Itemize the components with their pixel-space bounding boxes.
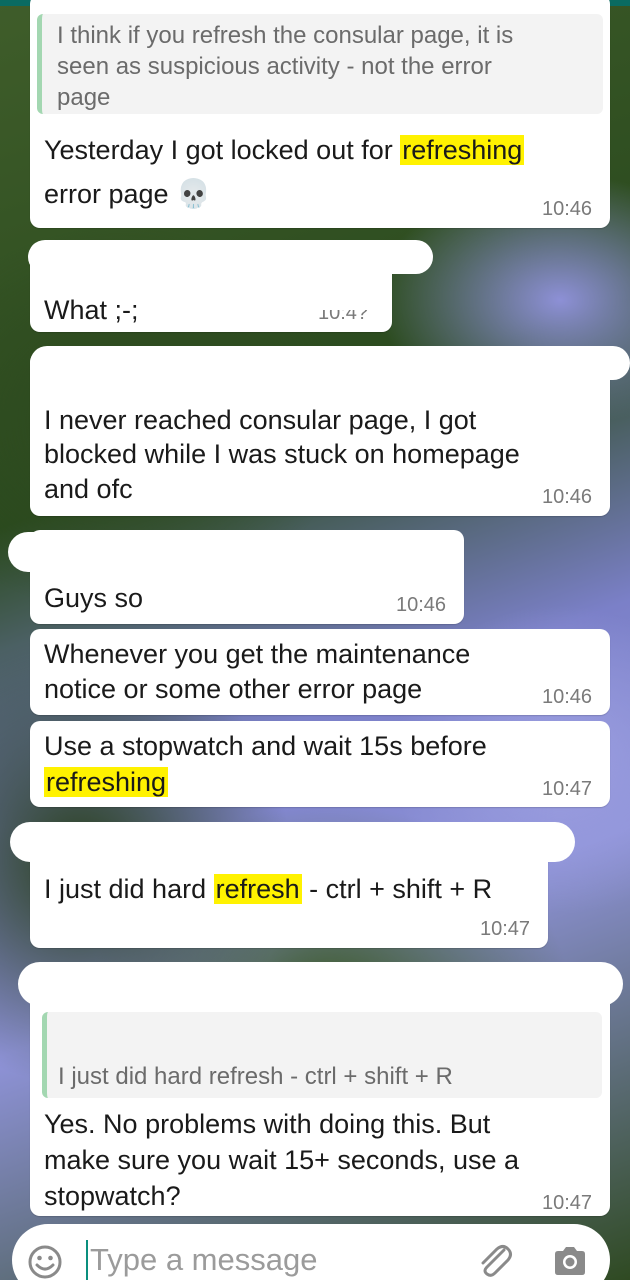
search-highlight: refreshing [44,767,169,797]
message-time: 10:47 [480,918,531,940]
message-text-part: Yesterday I got locked out for [44,135,401,165]
paperclip-icon[interactable] [474,1242,514,1280]
quote-line: seen as suspicious activity - not the er… [57,53,492,80]
message-time: 10:46 [542,198,593,220]
camera-icon[interactable] [551,1244,589,1278]
message-text: make sure you wait 15+ seconds, use a [44,1145,520,1175]
text-caret [86,1240,88,1280]
redaction-mark [8,532,338,572]
message-text: Yes. No problems with doing this. But [44,1109,491,1139]
message-input[interactable]: Type a message [90,1242,317,1278]
message-text: refreshing [44,764,169,800]
quoted-message[interactable]: I just did hard refresh - ctrl + shift +… [42,1012,602,1098]
message-text: notice or some other error page [44,674,423,704]
redaction-mark [28,240,433,274]
smiley-icon[interactable] [27,1244,63,1280]
message-text: Whenever you get the maintenance [44,639,471,669]
message-text: and ofc [44,474,133,504]
message-text: error page 💀 [44,176,211,212]
message-text: blocked while I was stuck on homepage [44,439,520,469]
message-text: I never reached consular page, I got [44,405,477,435]
message-time: 10:46 [542,686,593,708]
search-highlight: refreshing [400,135,525,165]
message-text-part: error page [44,179,169,209]
chat-area[interactable]: I think if you refresh the consular page… [0,0,630,1222]
redaction-mark [18,962,623,1006]
message-text-part: I just did hard [44,874,214,904]
search-highlight: refresh [213,874,302,904]
message-text: stopwatch? [44,1181,181,1211]
message-text-part: - ctrl + shift + R [301,874,493,904]
message-time: 10:47 [542,778,593,800]
message-text: I just did hard refresh - ctrl + shift +… [44,871,492,907]
skull-emoji: 💀 [176,177,211,210]
redaction-mark [10,822,575,862]
message-text: Use a stopwatch and wait 15s before [44,731,487,761]
message-time: 10:46 [542,486,593,508]
message-time: 10:47 [542,1192,593,1214]
quote-line: page [57,84,111,111]
message-text: Yesterday I got locked out for refreshin… [44,132,525,168]
quoted-message[interactable]: I think if you refresh the consular page… [37,14,603,114]
message-text: What ;-; [44,295,139,325]
quote-line: I just did hard refresh - ctrl + shift +… [58,1063,453,1090]
message-text: Guys so [44,583,144,613]
quote-line: I think if you refresh the consular page… [57,22,514,49]
redaction-mark [30,346,630,380]
message-time: 10:46 [396,594,447,616]
